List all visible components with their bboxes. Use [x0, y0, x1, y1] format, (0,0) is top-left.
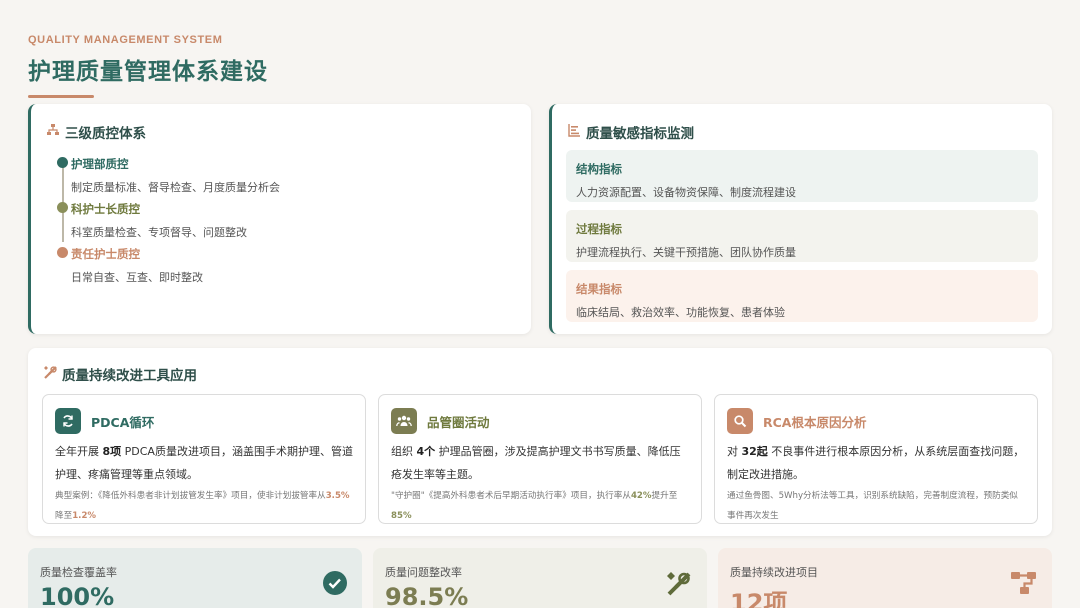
- timeline-item: 护理部质控 制定质量标准、督导检查、月度质量分析会: [57, 156, 531, 201]
- org-chart-icon: [45, 123, 61, 141]
- page-subtitle: QUALITY MANAGEMENT SYSTEM: [28, 34, 223, 46]
- stat-label: 质量问题整改率: [385, 566, 462, 579]
- check-circle-icon: [322, 570, 348, 600]
- tool-desc-num: 4个: [416, 445, 436, 458]
- network-icon: [1010, 570, 1038, 600]
- indicator-desc: 人力资源配置、设备物资保障、制度流程建设: [576, 186, 796, 199]
- tool-head: PDCA循环: [55, 408, 353, 434]
- indicator-structure: 结构指标 人力资源配置、设备物资保障、制度流程建设: [566, 150, 1038, 202]
- indicator-process: 过程指标 护理流程执行、关键干预措施、团队协作质量: [566, 210, 1038, 262]
- tool-desc: 组织 4个 护理品管圈，涉及提高护理文书书写质量、降低压疮发生率等主题。: [391, 440, 689, 486]
- stat-value: 98.5%: [385, 583, 469, 608]
- tool-desc-num: 8项: [102, 445, 122, 458]
- indicator-label: 结果指标: [576, 282, 622, 296]
- tool-case-mid: 提升至: [651, 491, 678, 501]
- timeline-dot: [57, 247, 68, 258]
- refresh-icon: [55, 408, 81, 434]
- tool-card-pdca[interactable]: PDCA循环 全年开展 8项 PDCA质量改进项目，涵盖围手术期护理、管道护理、…: [42, 394, 366, 524]
- indicator-result: 结果指标 临床结局、救治效率、功能恢复、患者体验: [566, 270, 1038, 322]
- tool-case-b: 1.2%: [72, 511, 97, 521]
- hierarchy-title-text: 三级质控体系: [65, 126, 146, 142]
- tool-name: PDCA循环: [91, 414, 155, 430]
- indicator-label: 过程指标: [576, 222, 622, 236]
- tool-desc-pre: 组织: [391, 445, 417, 458]
- tool-head: RCA根本原因分析: [727, 408, 1025, 434]
- timeline-dot: [57, 202, 68, 213]
- timeline-item-label: 护理部质控: [71, 157, 129, 171]
- hierarchy-title: 三级质控体系: [45, 122, 531, 142]
- timeline-item-label: 科护士长质控: [71, 202, 140, 216]
- tool-desc-pre: 全年开展: [55, 445, 103, 458]
- hierarchy-card: 三级质控体系 护理部质控 制定质量标准、督导检查、月度质量分析会 科护士长质控 …: [28, 104, 531, 334]
- timeline-dot: [57, 157, 68, 168]
- tools-icon: [665, 570, 693, 602]
- tool-name: RCA根本原因分析: [763, 414, 867, 430]
- stat-card-rectification: 质量问题整改率 98.5%: [373, 548, 707, 608]
- timeline-item-desc: 科室质量检查、专项督导、问题整改: [71, 226, 247, 239]
- indicator-desc: 护理流程执行、关键干预措施、团队协作质量: [576, 246, 796, 259]
- tool-case-pre: 典型案例：《降低外科患者非计划拔管发生率》项目，使非计划拔管率从: [55, 491, 326, 501]
- tool-case-mid: 降至: [55, 511, 73, 521]
- stat-value: 12项: [730, 589, 788, 608]
- stat-label: 质量持续改进项目: [730, 566, 818, 579]
- stat-label: 质量检查覆盖率: [40, 566, 117, 579]
- stat-card-projects: 质量持续改进项目 12项: [718, 548, 1052, 608]
- stat-value: 100%: [40, 583, 115, 608]
- indicator-desc: 临床结局、救治效率、功能恢复、患者体验: [576, 306, 785, 319]
- tools-title: 质量持续改进工具应用: [42, 364, 1038, 384]
- page-header: QUALITY MANAGEMENT SYSTEM 护理质量管理体系建设: [28, 34, 268, 98]
- search-icon: [727, 408, 753, 434]
- tool-case-a: 42%: [630, 491, 652, 501]
- tool-desc: 全年开展 8项 PDCA质量改进项目，涵盖围手术期护理、管道护理、疼痛管理等重点…: [55, 440, 353, 486]
- tool-head: 品管圈活动: [391, 408, 689, 434]
- tool-case-pre: "守护圈"《提高外科患者术后早期活动执行率》项目，执行率从: [391, 491, 631, 501]
- timeline-item-desc: 日常自查、互查、即时整改: [71, 271, 203, 284]
- indicators-card: 质量敏感指标监测 结构指标 人力资源配置、设备物资保障、制度流程建设 过程指标 …: [549, 104, 1052, 334]
- tools-icon: [42, 365, 58, 384]
- tool-case-b: 85%: [391, 511, 412, 521]
- title-underline: [28, 95, 94, 98]
- timeline-item-label: 责任护士质控: [71, 247, 140, 261]
- tool-case: 典型案例：《降低外科患者非计划拔管发生率》项目，使非计划拔管率从3.5% 降至1.…: [55, 486, 353, 526]
- tools-card: 质量持续改进工具应用 PDCA循环 全年开展 8项 PDCA质量改进项目，涵盖围…: [28, 348, 1052, 536]
- indicators-title-text: 质量敏感指标监测: [586, 126, 694, 142]
- tool-case: "守护圈"《提高外科患者术后早期活动执行率》项目，执行率从42%提升至 85%: [391, 486, 689, 526]
- group-icon: [391, 408, 417, 434]
- tools-row: PDCA循环 全年开展 8项 PDCA质量改进项目，涵盖围手术期护理、管道护理、…: [42, 394, 1038, 524]
- timeline-item: 科护士长质控 科室质量检查、专项督导、问题整改: [57, 201, 531, 246]
- tool-desc-post: 不良事件进行根本原因分析，从系统层面查找问题，制定改进措施。: [727, 445, 1025, 481]
- tool-name: 品管圈活动: [427, 414, 490, 430]
- indicators-title: 质量敏感指标监测: [566, 122, 1038, 142]
- indicator-label: 结构指标: [576, 162, 622, 176]
- page-title: 护理质量管理体系建设: [28, 59, 268, 85]
- tool-case-pre: 通过鱼骨图、5Why分析法等工具，识别系统缺陷，完善制度流程，预防类似事件再次发…: [727, 491, 1018, 521]
- tools-title-text: 质量持续改进工具应用: [62, 368, 197, 384]
- list-icon: [566, 123, 582, 141]
- tool-card-qcc[interactable]: 品管圈活动 组织 4个 护理品管圈，涉及提高护理文书书写质量、降低压疮发生率等主…: [378, 394, 702, 524]
- tool-case-a: 3.5%: [325, 491, 350, 501]
- tool-desc-pre: 对: [727, 445, 742, 458]
- tool-card-rca[interactable]: RCA根本原因分析 对 32起 不良事件进行根本原因分析，从系统层面查找问题，制…: [714, 394, 1038, 524]
- hierarchy-timeline: 护理部质控 制定质量标准、督导检查、月度质量分析会 科护士长质控 科室质量检查、…: [45, 156, 531, 291]
- tool-desc-post: 护理品管圈，涉及提高护理文书书写质量、降低压疮发生率等主题。: [391, 445, 681, 481]
- tool-desc-num: 32起: [741, 445, 768, 458]
- timeline-item-desc: 制定质量标准、督导检查、月度质量分析会: [71, 181, 280, 194]
- tool-desc: 对 32起 不良事件进行根本原因分析，从系统层面查找问题，制定改进措施。: [727, 440, 1025, 486]
- timeline-item: 责任护士质控 日常自查、互查、即时整改: [57, 246, 531, 291]
- stat-card-coverage: 质量检查覆盖率 100%: [28, 548, 362, 608]
- tool-case: 通过鱼骨图、5Why分析法等工具，识别系统缺陷，完善制度流程，预防类似事件再次发…: [727, 486, 1025, 526]
